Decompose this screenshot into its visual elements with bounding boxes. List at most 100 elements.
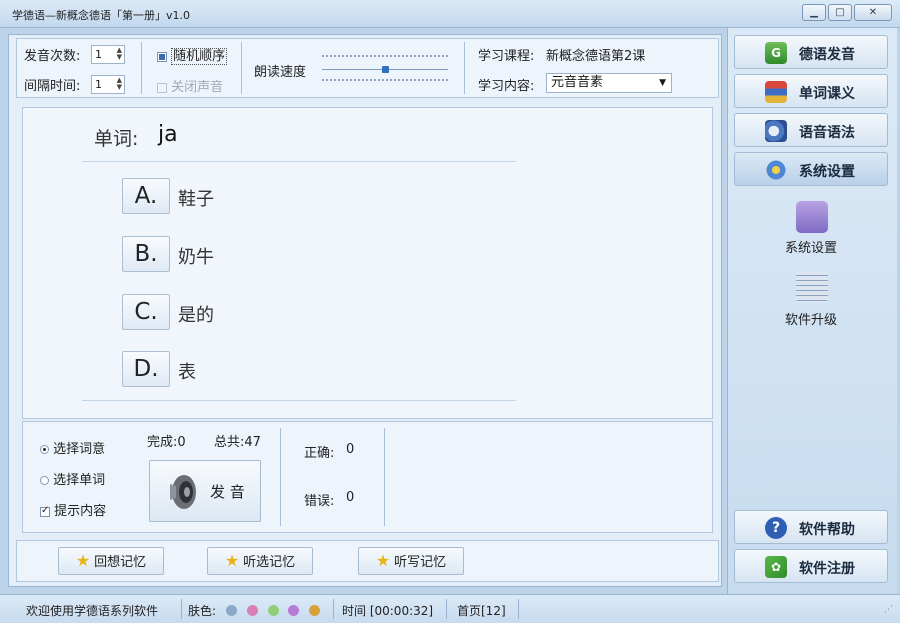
interval-spinner[interactable]: 1 ▲ ▼ — [91, 75, 125, 94]
books-icon — [765, 81, 787, 103]
status-time: 时间 [00:00:32] — [342, 604, 434, 618]
mode-meaning-radio[interactable]: 选择词意 — [40, 438, 105, 457]
total-count: 总共:47 — [214, 435, 261, 450]
recall-memory-label: 回想记忆 — [94, 555, 147, 570]
sidebar-item-grammar[interactable]: 语音语法 — [734, 113, 888, 147]
pronounce-button[interactable]: 发 音 — [149, 460, 261, 522]
status-welcome: 欢迎使用学德语系列软件 — [26, 604, 159, 618]
read-speed-label: 朗读速度 — [254, 65, 307, 80]
sidebar-item-label: 语音语法 — [799, 125, 855, 141]
divider — [141, 42, 142, 94]
spinner-arrows-icon[interactable]: ▲ ▼ — [117, 47, 122, 61]
random-order-checkbox[interactable]: 随机顺序 — [157, 45, 228, 65]
sidebar-item-settings[interactable]: 系统设置 — [734, 152, 888, 186]
register-button[interactable]: ✿ 软件注册 — [734, 549, 888, 583]
skin-color-2[interactable] — [246, 605, 258, 616]
course-label: 学习课程: — [478, 49, 535, 64]
divider — [518, 599, 519, 619]
audio-book-icon — [765, 120, 787, 142]
word-label: 单词: — [94, 128, 139, 150]
divider — [333, 599, 334, 619]
mute-label: 关闭声音 — [171, 80, 224, 95]
help-icon: ? — [765, 517, 787, 539]
content-select[interactable]: 元音音素 ▼ — [546, 73, 672, 93]
mode-word-radio[interactable]: 选择单词 — [40, 469, 105, 488]
star-icon: ★ — [224, 551, 240, 570]
status-page: 首页[12] — [457, 604, 506, 618]
correct-label: 正确: — [304, 446, 335, 461]
option-a-button[interactable]: A. — [122, 178, 170, 214]
option-d-button[interactable]: D. — [122, 351, 170, 387]
close-icon[interactable]: ✕ — [854, 4, 892, 21]
mode-meaning-label: 选择词意 — [53, 442, 106, 457]
help-button[interactable]: ? 软件帮助 — [734, 510, 888, 544]
help-label: 软件帮助 — [799, 522, 855, 538]
divider — [464, 42, 465, 94]
dictation-memory-button[interactable]: ★ 听写记忆 — [358, 547, 464, 575]
option-a-text: 鞋子 — [178, 189, 214, 210]
divider — [181, 599, 182, 619]
speed-slider-ticks-bottom — [322, 79, 448, 81]
pronounce-count-value: 1 — [95, 48, 102, 61]
options-divider — [82, 400, 516, 401]
window-title: 学德语—新概念德语「第一册」v1.0 — [12, 9, 191, 22]
register-icon: ✿ — [765, 556, 787, 578]
divider — [384, 428, 385, 526]
sidebar: G 德语发音 单词课义 语音语法 系统设置 系统设置 软件升级 ? 软件帮助 ✿… — [727, 28, 897, 594]
option-b-text: 奶牛 — [178, 247, 214, 268]
radio-selected-icon[interactable] — [40, 445, 49, 454]
upgrade-icon[interactable] — [796, 271, 828, 303]
skin-color-3[interactable] — [267, 605, 279, 616]
sidebar-item-vocabulary[interactable]: 单词课义 — [734, 74, 888, 108]
word-value: ja — [158, 122, 178, 147]
divider — [241, 42, 242, 94]
hint-label: 提示内容 — [54, 504, 107, 519]
resize-grip-icon[interactable]: ⋰ — [884, 605, 893, 615]
pronounce-button-label: 发 音 — [210, 483, 245, 501]
random-order-check-icon[interactable] — [157, 51, 167, 62]
practice-panel — [22, 421, 713, 533]
maximize-icon[interactable]: □ — [828, 4, 852, 21]
sidebar-item-label: 德语发音 — [799, 47, 855, 63]
interval-label: 间隔时间: — [24, 79, 81, 94]
sub-item-system-settings[interactable]: 系统设置 — [751, 237, 871, 256]
content-label: 学习内容: — [478, 79, 535, 94]
spinner-arrows-icon[interactable]: ▲ ▼ — [117, 77, 122, 91]
mode-word-label: 选择单词 — [53, 473, 106, 488]
recall-memory-button[interactable]: ★ 回想记忆 — [58, 547, 164, 575]
hint-check-icon[interactable] — [40, 505, 50, 517]
sub-item-upgrade[interactable]: 软件升级 — [751, 309, 871, 328]
listen-select-memory-label: 听选记忆 — [243, 555, 296, 570]
skin-color-4[interactable] — [288, 605, 300, 616]
sidebar-item-label: 单词课义 — [799, 86, 855, 102]
chevron-down-icon[interactable]: ▼ — [659, 74, 666, 92]
sidebar-item-pronunciation[interactable]: G 德语发音 — [734, 35, 888, 69]
skin-color-5[interactable] — [309, 605, 321, 616]
folder-settings-icon[interactable] — [796, 201, 828, 233]
wrong-value: 0 — [346, 490, 355, 505]
minimize-icon[interactable]: ▁ — [802, 4, 826, 21]
star-icon: ★ — [75, 551, 91, 570]
skin-label: 肤色: — [188, 604, 217, 618]
option-b-button[interactable]: B. — [122, 236, 170, 272]
listen-select-memory-button[interactable]: ★ 听选记忆 — [207, 547, 313, 575]
skin-color-1[interactable] — [225, 605, 237, 616]
mute-checkbox[interactable]: 关闭声音 — [157, 76, 223, 95]
gears-icon — [765, 159, 787, 181]
option-c-text: 是的 — [178, 305, 214, 326]
option-d-text: 表 — [178, 362, 196, 383]
pronounce-count-label: 发音次数: — [24, 49, 81, 64]
mute-check-icon[interactable] — [157, 82, 167, 93]
window-controls: ▁ □ ✕ — [802, 4, 892, 21]
speaker-icon — [170, 475, 196, 509]
pronounce-count-spinner[interactable]: 1 ▲ ▼ — [91, 45, 125, 64]
star-icon: ★ — [375, 551, 391, 570]
hint-checkbox[interactable]: 提示内容 — [40, 500, 106, 519]
divider — [280, 428, 281, 526]
dictation-memory-label: 听写记忆 — [394, 555, 447, 570]
speed-slider-thumb[interactable] — [382, 66, 389, 73]
correct-value: 0 — [346, 442, 355, 457]
radio-icon[interactable] — [40, 476, 49, 485]
course-value: 新概念德语第2课 — [546, 49, 646, 64]
option-c-button[interactable]: C. — [122, 294, 170, 330]
